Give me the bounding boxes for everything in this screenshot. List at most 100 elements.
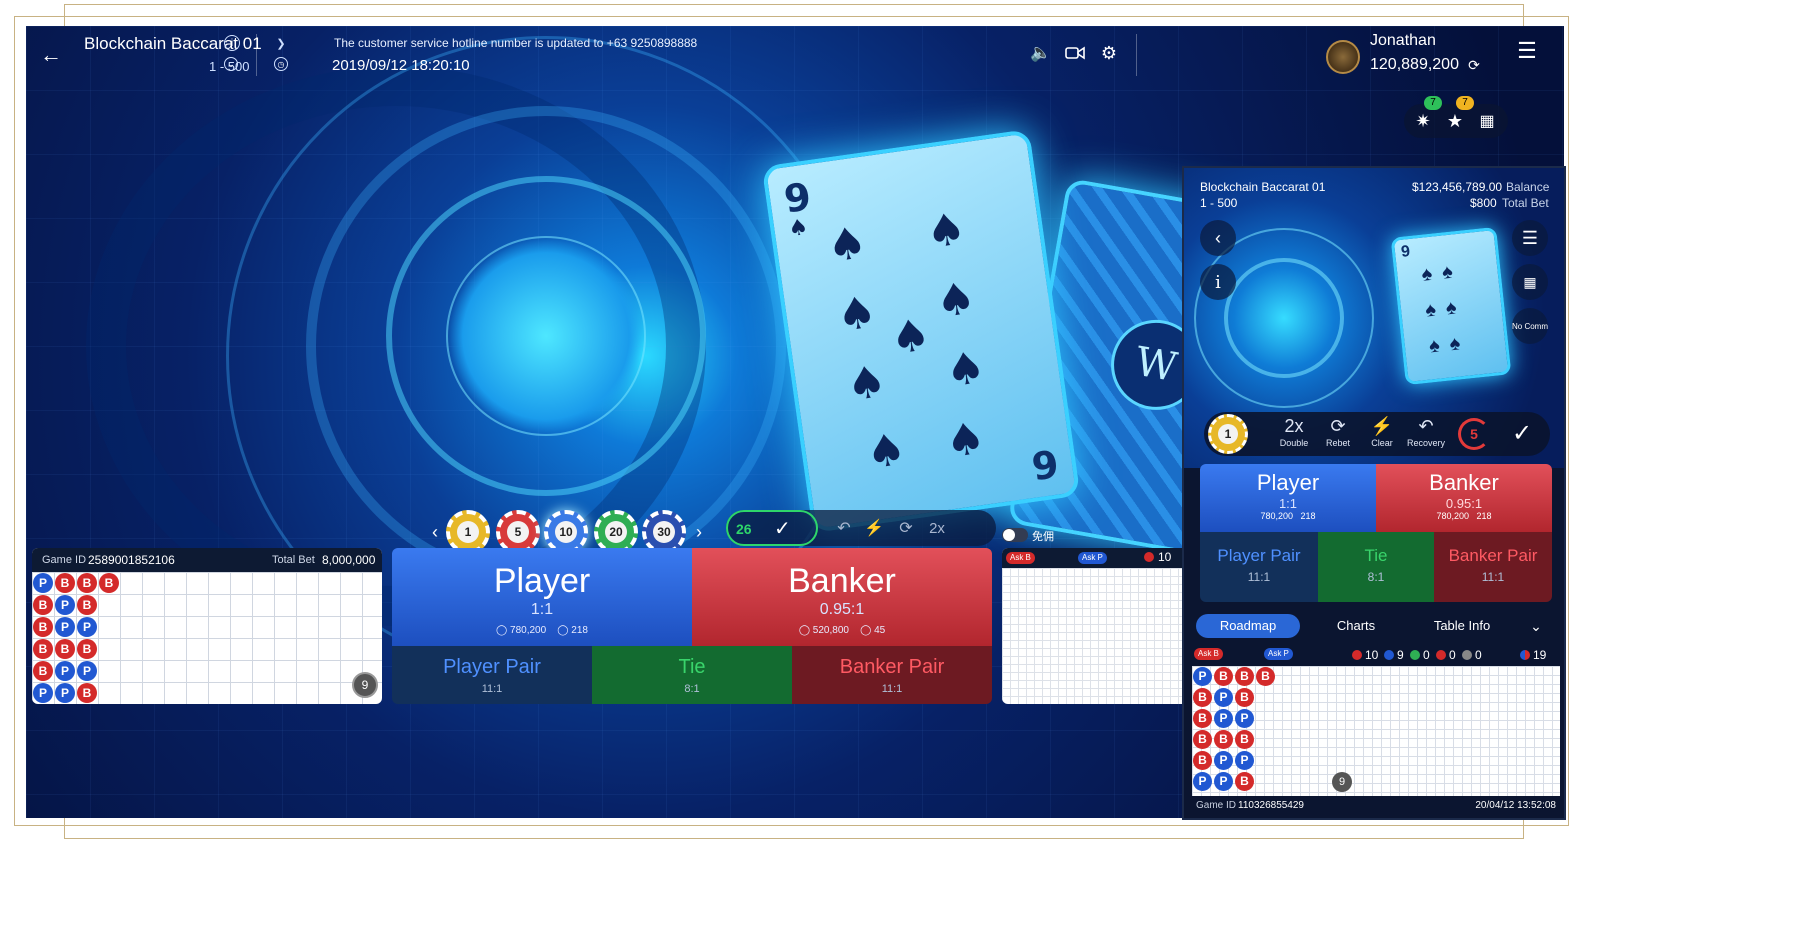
tab-charts[interactable]: Charts <box>1308 614 1404 638</box>
player-bead: P <box>77 661 97 681</box>
round-count-badge: 9 <box>352 672 378 698</box>
banker-bead: B <box>33 639 53 659</box>
refresh-icon[interactable]: ⟳ <box>1466 57 1482 73</box>
bet-label: Banker Pair <box>839 656 945 678</box>
no-commission-button[interactable]: No Comm <box>1512 308 1548 344</box>
tab-table-info[interactable]: Table Info <box>1412 614 1512 638</box>
bet-amount: 780,200 <box>510 625 547 636</box>
broom-clear-icon[interactable]: ⚡ <box>862 516 886 540</box>
bet-player-pair[interactable]: Player Pair 11:1 <box>392 646 592 704</box>
bet-odds: 11:1 <box>1247 570 1271 584</box>
chip-value: 20 <box>605 521 627 543</box>
ask-banker-button[interactable]: Ask B <box>1194 648 1223 660</box>
double-button[interactable]: 2x Double <box>1272 416 1316 448</box>
bead-road-grid: PBBBBPBPPBPPBBPBPBB <box>32 572 382 704</box>
broom-icon: ⚡ <box>1370 416 1394 436</box>
countdown: 26 <box>736 521 752 537</box>
bet-tie[interactable]: Tie 8:1 <box>1318 532 1434 602</box>
speaker-icon[interactable]: 🔈 <box>1028 40 1054 66</box>
banker-dot-icon <box>1352 650 1362 660</box>
info-icon[interactable]: i <box>1200 264 1236 300</box>
chevron-down-icon[interactable]: ⌄ <box>224 57 238 71</box>
grid-apps-icon[interactable]: ▦ <box>1512 264 1548 300</box>
spade-icon: ♠♠ <box>1420 259 1464 286</box>
chips-badge: 7 <box>1424 96 1442 110</box>
spade-icon: ♠ <box>843 355 890 412</box>
banker-bead: B <box>77 595 97 615</box>
bet-limit: 1 - 500 <box>1200 196 1238 210</box>
big-road-grid <box>1002 568 1202 704</box>
roadmap-tabs: Roadmap Charts Table Info ⌄ <box>1192 610 1560 642</box>
info-icon[interactable]: i <box>224 35 240 51</box>
bet-odds: 0.95:1 <box>1445 496 1483 511</box>
selected-chip[interactable]: 1 <box>1208 414 1248 454</box>
ask-banker-button[interactable]: Ask B <box>1006 552 1035 564</box>
countdown-timer: 5 <box>1458 418 1490 450</box>
banker-bead: B <box>1235 667 1254 686</box>
player-pair-dot-icon <box>1462 650 1472 660</box>
user-balance: 120,889,200 <box>1370 56 1459 73</box>
toggle-knob <box>1003 529 1015 541</box>
clear-button[interactable]: ⚡ Clear <box>1360 416 1404 448</box>
divider <box>1136 34 1137 76</box>
tab-roadmap[interactable]: Roadmap <box>1196 614 1300 638</box>
confirm-button[interactable]: 26 ✓ <box>726 510 818 546</box>
clear-label: Clear <box>1371 438 1393 448</box>
undo-icon[interactable]: ↶ <box>832 516 856 540</box>
bet-stats: 780,200 218 <box>1200 511 1376 521</box>
bet-tie[interactable]: Tie 8:1 <box>592 646 792 704</box>
video-camera-icon[interactable] <box>1062 40 1088 66</box>
commission-toggle[interactable] <box>1002 528 1028 542</box>
bet-banker[interactable]: Banker 0.95:1 ◯ 520,800 ◯ 45 <box>692 548 992 646</box>
avatar[interactable] <box>1326 40 1360 74</box>
banker-bead: B <box>1193 730 1212 749</box>
grid-apps-icon[interactable]: ▦ <box>1476 110 1498 132</box>
chevron-right-icon[interactable]: › <box>690 520 708 544</box>
player-bead: P <box>1214 709 1233 728</box>
player-bead: P <box>77 617 97 637</box>
confirm-checkmark-icon[interactable]: ✓ <box>1504 416 1540 452</box>
banker-bead: B <box>1193 688 1212 707</box>
announcement-text: The customer service hotline number is u… <box>334 36 698 50</box>
back-arrow-icon[interactable]: ‹ <box>1200 220 1236 256</box>
banker-bead: B <box>33 661 53 681</box>
banker-bead: B <box>77 683 97 703</box>
bet-banker-pair[interactable]: Banker Pair 11:1 <box>792 646 992 704</box>
back-arrow-icon[interactable]: ← <box>36 40 66 70</box>
double-button[interactable]: 2x <box>924 516 950 540</box>
rebet-button[interactable]: ⟳ Rebet <box>1316 416 1360 448</box>
chip-value: 5 <box>507 521 529 543</box>
rebet-icon[interactable]: ⟳ <box>894 516 918 540</box>
ask-player-button[interactable]: Ask P <box>1264 648 1293 660</box>
recovery-button[interactable]: ↶ Recovery <box>1404 416 1448 448</box>
gear-icon[interactable]: ⚙ <box>1096 40 1122 66</box>
hamburger-menu-icon[interactable]: ☰ <box>1512 220 1548 256</box>
bet-player[interactable]: Player 1:1 780,200 218 <box>1200 464 1376 532</box>
bet-banker-pair[interactable]: Banker Pair 11:1 <box>1434 532 1552 602</box>
bet-banker[interactable]: Banker 0.95:1 780,200 218 <box>1376 464 1552 532</box>
hamburger-menu-icon[interactable]: ☰ <box>1514 38 1540 64</box>
bet-amount: 780,200 <box>1260 511 1293 521</box>
total-bet-label: Total Bet <box>272 554 315 566</box>
star-icon[interactable]: ★ <box>1444 110 1466 132</box>
chip-icon[interactable]: ✷ <box>1412 110 1434 132</box>
bet-player[interactable]: Player 1:1 ◯ 780,200 ◯ 218 <box>392 548 692 646</box>
chevron-left-icon[interactable]: ‹ <box>426 520 444 544</box>
spade-icon: ♠ <box>932 272 979 329</box>
bet-stats: 780,200 218 <box>1376 511 1552 521</box>
player-bead: P <box>55 683 75 703</box>
coin-icon: ◯ <box>496 625 508 636</box>
bet-players: 218 <box>571 625 588 636</box>
ask-player-button[interactable]: Ask P <box>1078 552 1107 564</box>
chip-value: 10 <box>555 521 577 543</box>
bet-amount: 780,200 <box>1436 511 1469 521</box>
chevron-down-icon[interactable]: ⌄ <box>1524 614 1548 638</box>
bet-odds: 8:1 <box>1367 570 1385 584</box>
bet-player-pair[interactable]: Player Pair 11:1 <box>1200 532 1318 602</box>
bet-amount: 520,800 <box>812 625 849 636</box>
spade-icon: ♠ <box>786 214 810 243</box>
bet-players: 218 <box>1476 511 1492 521</box>
spade-icon: ♠ <box>942 412 989 469</box>
tie-count: 0 <box>1423 648 1430 662</box>
balance-label: Balance <box>1506 180 1550 194</box>
